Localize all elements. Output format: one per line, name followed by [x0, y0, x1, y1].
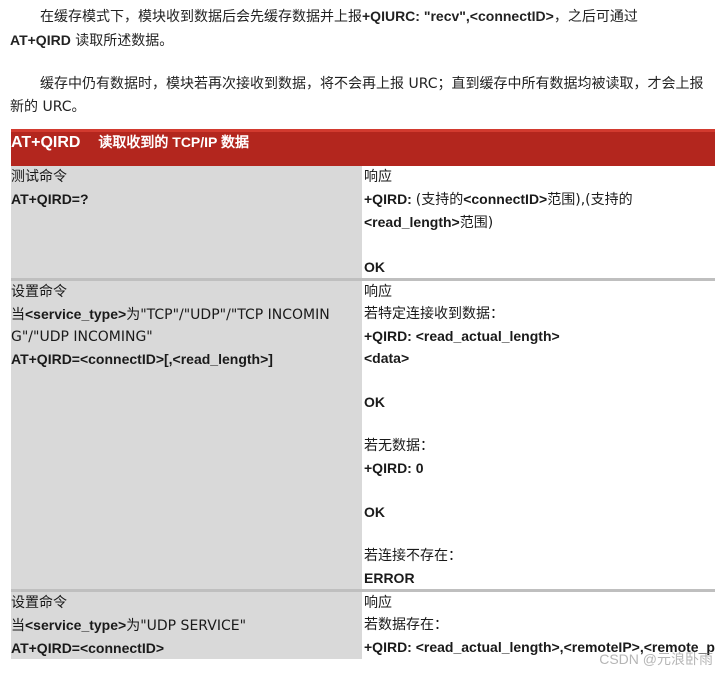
command-cell: 设置命令 当<service_type>为"UDP SERVICE" AT+QI…	[11, 590, 364, 659]
command-name: AT+QIRD	[10, 32, 71, 48]
command-cell: 设置命令 当<service_type>为"TCP"/"UDP"/"TCP IN…	[11, 279, 364, 592]
ok-response: OK	[364, 504, 385, 520]
response-cell: 响应 若特定连接收到数据： +QIRD: <read_actual_length…	[363, 279, 715, 592]
command-description: 读取收到的 TCP/IP 数据	[98, 134, 250, 150]
table-row: 测试命令 AT+QIRD=? 响应 +QIRD: (支持的<connectID>…	[11, 166, 715, 281]
intro-paragraph-2: 缓存中仍有数据时，模块若再次接收到数据，将不会再上报 URC；直到缓存中所有数据…	[10, 73, 710, 119]
command-cell: 测试命令 AT+QIRD=?	[11, 166, 364, 281]
intro-text: 读取所述数据。	[70, 33, 174, 49]
command-type-label: 测试命令	[11, 169, 67, 185]
intro-text: 缓存中仍有数据时，模块若再次接收到数据，将不会再上报 URC；直到缓存中所有数据…	[10, 76, 704, 115]
table-row: 设置命令 当<service_type>为"TCP"/"UDP"/"TCP IN…	[11, 279, 715, 592]
response-label: 响应	[364, 284, 392, 300]
command-syntax: AT+QIRD=?	[11, 191, 89, 207]
case-description: 若无数据：	[364, 438, 434, 454]
response-line: +QIRD: (支持的<connectID>范围),(支持的<read_leng…	[364, 191, 633, 231]
response-label: 响应	[364, 595, 392, 611]
intro-paragraph-1: 在缓存模式下，模块收到数据后会先缓存数据并上报+QIURC: "recv",<c…	[10, 5, 710, 53]
table-header: AT+QIRD 读取收到的 TCP/IP 数据	[11, 129, 715, 166]
data-placeholder: <data>	[364, 350, 410, 366]
case-description: 若特定连接收到数据：	[364, 306, 504, 322]
response-cell: 响应 +QIRD: (支持的<connectID>范围),(支持的<read_l…	[363, 166, 715, 281]
command-syntax: AT+QIRD=<connectID>	[11, 640, 165, 656]
case-description: 若数据存在：	[364, 617, 448, 633]
watermark: CSDN @元浪卧雨	[599, 651, 713, 667]
command-type-label: 设置命令	[11, 595, 67, 611]
response-line: +QIRD: 0	[364, 460, 424, 476]
command-type-label: 设置命令	[11, 284, 67, 300]
command-title: AT+QIRD	[11, 134, 81, 151]
ok-response: OK	[364, 259, 385, 275]
response-label: 响应	[364, 169, 392, 185]
intro-text: 在缓存模式下，模块收到数据后会先缓存数据并上报	[40, 9, 362, 25]
response-line: +QIRD: <read_actual_length>	[364, 328, 560, 344]
command-condition: 当<service_type>为"TCP"/"UDP"/"TCP INCOMIN…	[11, 306, 330, 345]
error-response: ERROR	[364, 570, 415, 586]
ok-response: OK	[364, 394, 385, 410]
intro-text: ，之后可通过	[553, 9, 638, 25]
command-syntax: AT+QIRD=<connectID>[,<read_length>]	[11, 351, 273, 367]
case-description: 若连接不存在：	[364, 548, 462, 564]
urc-format: +QIURC: "recv",<connectID>	[362, 8, 554, 24]
command-table: AT+QIRD 读取收到的 TCP/IP 数据 测试命令 AT+QIRD=? 响…	[11, 129, 715, 659]
command-condition: 当<service_type>为"UDP SERVICE"	[11, 617, 247, 634]
